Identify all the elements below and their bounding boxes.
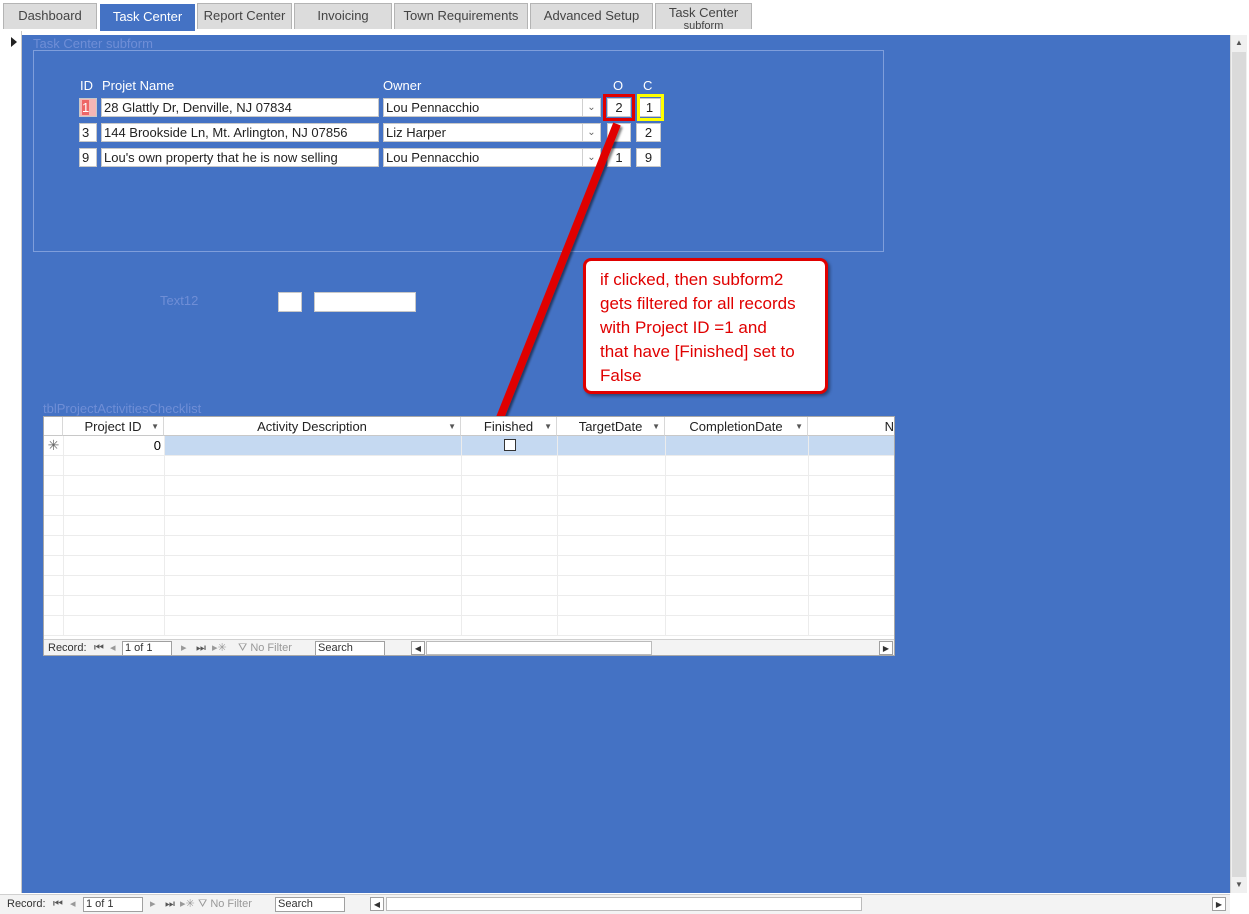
sort-arrow-icon[interactable]: ▼ xyxy=(544,417,552,436)
new-record-asterisk-icon[interactable]: ✳ xyxy=(44,436,63,455)
col-project-id[interactable]: Project ID ▼ xyxy=(63,417,164,436)
checklist-subform-label: tblProjectActivitiesChecklist xyxy=(43,401,202,416)
new-record-icon[interactable]: ▸✳ xyxy=(180,896,195,913)
col-finished[interactable]: Finished ▼ xyxy=(461,417,557,436)
callout-line-3: with Project ID =1 and xyxy=(600,318,767,337)
no-filter-button[interactable]: ⛛ No Filter xyxy=(198,896,252,913)
table-row xyxy=(44,576,894,596)
next-record-icon[interactable]: ▸ xyxy=(150,896,156,913)
first-record-icon[interactable]: ⏮ xyxy=(53,896,63,913)
checklist-record-navigation: Record: ⏮ ◂ 1 of 1 ▸ ⏭ ▸✳ ⛛ No Filter Se… xyxy=(44,639,894,655)
record-label: Record: xyxy=(7,898,46,910)
table-row xyxy=(44,596,894,616)
column-gridline xyxy=(461,436,462,636)
checklist-datasheet: Project ID ▼ Activity Description ▼ Finish… xyxy=(43,416,895,656)
sort-arrow-icon[interactable]: ▼ xyxy=(795,417,803,436)
sort-arrow-icon[interactable]: ▼ xyxy=(652,417,660,436)
new-row-finished-checkbox[interactable] xyxy=(504,439,516,451)
column-gridline xyxy=(808,436,809,636)
col-activity-description[interactable]: Activity Description ▼ xyxy=(164,417,461,436)
col-n[interactable]: N xyxy=(808,417,894,436)
table-row xyxy=(44,476,894,496)
column-gridline xyxy=(665,436,666,636)
new-record-icon[interactable]: ▸✳ xyxy=(212,640,227,655)
column-gridline xyxy=(557,436,558,636)
record-position-input[interactable]: 1 of 1 xyxy=(83,897,143,912)
record-position-input[interactable]: 1 of 1 xyxy=(122,641,172,655)
last-record-icon[interactable]: ⏭ xyxy=(165,896,175,913)
annotation-callout: if clicked, then subform2 gets filtered … xyxy=(583,258,828,394)
sort-arrow-icon[interactable]: ▼ xyxy=(448,417,456,436)
table-row xyxy=(44,536,894,556)
last-record-icon[interactable]: ⏭ xyxy=(196,640,206,655)
no-filter-button[interactable]: ⛛ No Filter xyxy=(238,640,292,655)
table-row xyxy=(44,496,894,516)
horizontal-scroll-thumb[interactable] xyxy=(386,897,862,911)
previous-record-icon[interactable]: ◂ xyxy=(110,640,116,655)
new-record-row[interactable]: ✳ 0 xyxy=(44,436,894,456)
previous-record-icon[interactable]: ◂ xyxy=(70,896,76,913)
table-row xyxy=(44,516,894,536)
sort-arrow-icon[interactable]: ▼ xyxy=(151,417,159,436)
callout-line-5: False xyxy=(600,366,642,385)
scroll-right-arrow-icon[interactable]: ▶ xyxy=(1212,897,1226,911)
callout-line-4: that have [Finished] set to xyxy=(600,342,795,361)
scroll-left-arrow-icon[interactable]: ◀ xyxy=(411,641,425,655)
select-all-corner[interactable] xyxy=(44,417,63,436)
table-row xyxy=(44,616,894,636)
search-input[interactable]: Search xyxy=(315,641,385,655)
record-label: Record: xyxy=(48,642,87,654)
scroll-left-arrow-icon[interactable]: ◀ xyxy=(370,897,384,911)
filter-icon: ⛛ xyxy=(238,642,248,654)
main-record-navigation: Record: ⏮ ◂ 1 of 1 ▸ ⏭ ▸✳ ⛛ No Filter Se… xyxy=(0,894,1230,914)
table-row xyxy=(44,556,894,576)
new-row-project-id[interactable]: 0 xyxy=(63,436,164,455)
table-row xyxy=(44,456,894,476)
scroll-right-arrow-icon[interactable]: ▶ xyxy=(879,641,893,655)
column-gridline xyxy=(63,436,64,636)
callout-line-2: gets filtered for all records xyxy=(600,294,796,313)
col-target-date[interactable]: TargetDate ▼ xyxy=(557,417,665,436)
horizontal-scroll-thumb[interactable] xyxy=(426,641,652,655)
column-gridline xyxy=(164,436,165,636)
filter-icon: ⛛ xyxy=(198,898,208,910)
callout-line-1: if clicked, then subform2 xyxy=(600,270,784,289)
next-record-icon[interactable]: ▸ xyxy=(181,640,187,655)
first-record-icon[interactable]: ⏮ xyxy=(94,640,104,655)
col-completion-date[interactable]: CompletionDate ▼ xyxy=(665,417,808,436)
search-input[interactable]: Search xyxy=(275,897,345,912)
